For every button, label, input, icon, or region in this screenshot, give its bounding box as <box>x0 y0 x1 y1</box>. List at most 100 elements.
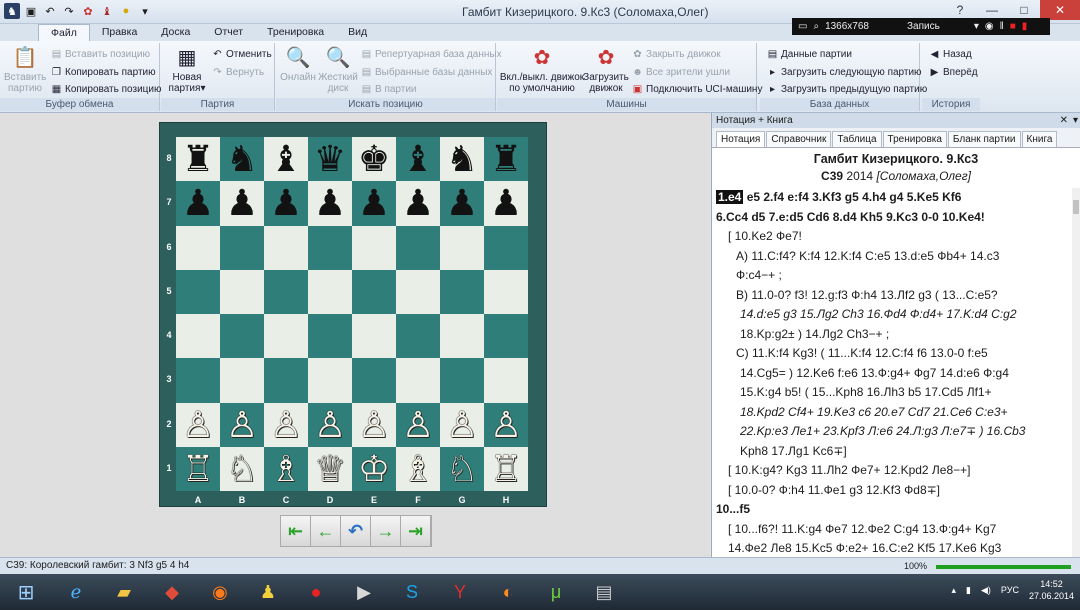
white-piece-icon[interactable]: ♗ <box>402 450 434 487</box>
notation-line[interactable]: 10...f5 <box>716 500 1068 520</box>
white-piece-icon[interactable]: ♔ <box>358 450 390 487</box>
notation-line[interactable]: 18.Kp:g2± ) 14.Лg2 Ch3−+ ; <box>716 325 1068 345</box>
square-b7[interactable]: ♟ <box>220 181 264 226</box>
volume-icon[interactable]: ◀) <box>981 585 991 596</box>
white-piece-icon[interactable]: ♙ <box>446 406 478 443</box>
black-piece-icon[interactable]: ♟ <box>182 185 214 221</box>
square-c7[interactable]: ♟ <box>264 181 308 226</box>
square-b6[interactable] <box>220 225 264 270</box>
square-e4[interactable] <box>352 314 396 359</box>
square-g3[interactable] <box>440 358 484 403</box>
current-move[interactable]: 1.e4 <box>716 190 744 204</box>
square-e1[interactable]: ♔ <box>352 446 396 491</box>
square-c5[interactable] <box>264 269 308 314</box>
notation-line[interactable]: Kph8 17.Лg1 Kc6∓] <box>716 442 1068 462</box>
notation-line[interactable]: В) 11.0-0? f3! 12.g:f3 Ф:h4 13.Лf2 g3 ( … <box>716 286 1068 306</box>
white-piece-icon[interactable]: ♙ <box>314 406 346 443</box>
pawn-app-icon[interactable]: ♟ <box>250 577 286 607</box>
square-g2[interactable]: ♙ <box>440 402 484 447</box>
white-piece-icon[interactable]: ♙ <box>226 406 258 443</box>
square-g4[interactable] <box>440 314 484 359</box>
eye-app-icon[interactable]: ◉ <box>202 577 238 607</box>
firefox-icon[interactable]: ◐ <box>490 577 526 607</box>
square-h5[interactable] <box>484 269 528 314</box>
notation-line[interactable]: [ 10...f6?! 11.K:g4 Фe7 12.Фe2 С:g4 13.Ф… <box>716 520 1068 540</box>
language-indicator[interactable]: РУС <box>1001 585 1019 595</box>
black-piece-icon[interactable]: ♟ <box>270 185 302 221</box>
move-notation[interactable]: 1.e4 e5 2.f4 e:f4 3.Kf3 g5 4.h4 g4 5.Ke5… <box>716 188 1068 559</box>
square-d7[interactable]: ♟ <box>308 181 352 226</box>
tab-view[interactable]: Вид <box>336 24 379 41</box>
square-a2[interactable]: ♙ <box>176 402 220 447</box>
undo-icon[interactable]: ↶ <box>42 3 58 19</box>
online-search-button[interactable]: 🔍 Онлайн <box>278 46 318 83</box>
copy-game-button[interactable]: ❐ Копировать партию <box>50 66 156 79</box>
stop-icon[interactable]: ▮ <box>1022 21 1028 32</box>
undo-button[interactable]: ↶ Отменить <box>211 48 271 61</box>
takeback-icon[interactable]: ↶ <box>341 516 371 546</box>
square-f3[interactable] <box>396 358 440 403</box>
square-c8[interactable]: ♝ <box>264 137 308 182</box>
black-piece-icon[interactable]: ♚ <box>358 141 390 177</box>
notation-line[interactable]: 18.Kpd2 Cf4+ 19.Ke3 c6 20.e7 Cd7 21.Ce6 … <box>716 403 1068 423</box>
white-piece-icon[interactable]: ♙ <box>358 406 390 443</box>
square-d1[interactable]: ♕ <box>308 446 352 491</box>
close-panel-icon[interactable]: ✕ <box>1060 113 1068 128</box>
square-d8[interactable]: ♛ <box>308 137 352 182</box>
square-f6[interactable] <box>396 225 440 270</box>
last-move-icon[interactable]: ⇥ <box>401 516 431 546</box>
black-piece-icon[interactable]: ♟ <box>358 185 390 221</box>
white-piece-icon[interactable]: ♕ <box>314 450 346 487</box>
notation-line[interactable]: Ф:c4−+ ; <box>716 266 1068 286</box>
square-a7[interactable]: ♟ <box>176 181 220 226</box>
black-piece-icon[interactable]: ♝ <box>402 141 434 177</box>
square-h3[interactable] <box>484 358 528 403</box>
square-h6[interactable] <box>484 225 528 270</box>
tab-board[interactable]: Доска <box>149 24 202 41</box>
square-g6[interactable] <box>440 225 484 270</box>
square-a3[interactable] <box>176 358 220 403</box>
square-c1[interactable]: ♗ <box>264 446 308 491</box>
black-piece-icon[interactable]: ♜ <box>182 141 214 177</box>
toggle-engine-button[interactable]: ✿ Вкл./выкл. движок по умолчанию <box>499 46 585 94</box>
black-piece-icon[interactable]: ♜ <box>490 141 522 177</box>
prev-move-icon[interactable]: ← <box>311 516 341 546</box>
hard-disk-search-button[interactable]: 🔍 Жесткий диск <box>318 46 358 94</box>
square-d3[interactable] <box>308 358 352 403</box>
close-icon[interactable]: ✕ <box>1040 0 1080 20</box>
black-piece-icon[interactable]: ♛ <box>314 141 346 177</box>
notation-line[interactable]: С) 11.K:f4 Kg3! ( 11...K:f4 12.С:f4 f6 1… <box>716 344 1068 364</box>
internet-explorer-icon[interactable]: ℯ <box>58 577 94 607</box>
notation-line[interactable]: [ 10.0-0? Ф:h4 11.Фe1 g3 12.Kf3 Фd8∓] <box>716 481 1068 501</box>
maximize-icon[interactable]: □ <box>1008 0 1040 20</box>
notation-line[interactable]: 14.d:e5 g3 15.Лg2 Ch3 16.Фd4 Ф:d4+ 17.K:… <box>716 305 1068 325</box>
square-e8[interactable]: ♚ <box>352 137 396 182</box>
clock[interactable]: 14:52 27.06.2014 <box>1029 578 1074 602</box>
white-piece-icon[interactable]: ♖ <box>182 450 214 487</box>
notation-line[interactable]: 14.Фe2 Лe8 15.Kc5 Ф:e2+ 16.С:e2 Kf5 17.K… <box>716 539 1068 559</box>
white-piece-icon[interactable]: ♗ <box>270 450 302 487</box>
game-data-button[interactable]: ▤ Данные партии <box>766 48 852 61</box>
notation-line[interactable]: e5 2.f4 e:f4 3.Kf3 g5 4.h4 g4 5.Ke5 Kf6 <box>747 190 962 204</box>
tab-training[interactable]: Тренировка <box>255 24 336 41</box>
light-icon[interactable]: ● <box>118 3 134 19</box>
new-game-button[interactable]: ▦ Новая партия▾ <box>165 46 209 94</box>
black-piece-icon[interactable]: ♝ <box>270 141 302 177</box>
square-f4[interactable] <box>396 314 440 359</box>
square-g1[interactable]: ♘ <box>440 446 484 491</box>
square-g8[interactable]: ♞ <box>440 137 484 182</box>
square-c4[interactable] <box>264 314 308 359</box>
back-button[interactable]: ◀ Назад <box>928 48 972 61</box>
record-icon[interactable]: ■ <box>1010 21 1016 32</box>
tab-file[interactable]: Файл <box>38 24 90 41</box>
black-piece-icon[interactable]: ♞ <box>446 141 478 177</box>
tab-reference[interactable]: Справочник <box>766 131 832 147</box>
tab-book[interactable]: Книга <box>1021 131 1058 147</box>
square-g7[interactable]: ♟ <box>440 181 484 226</box>
square-g5[interactable] <box>440 269 484 314</box>
app-logo-icon[interactable]: ♞ <box>4 3 20 19</box>
help-icon[interactable]: ? <box>944 0 976 20</box>
chessboard[interactable]: ♜ ♞ ♝ ♛ ♚ ♝ ♞ ♜ ♟ ♟ ♟ ♟ ♟ ♟ ♟ ♟ ♙ ♙ ♙ ♙ ♙ ♙ ♙ ♙ ♖ ♘ ♗ ♕ ♔ ♗ ♘ ♖ <box>176 137 528 491</box>
redo-button[interactable]: ↷ Вернуть <box>211 66 264 79</box>
square-a8[interactable]: ♜ <box>176 137 220 182</box>
